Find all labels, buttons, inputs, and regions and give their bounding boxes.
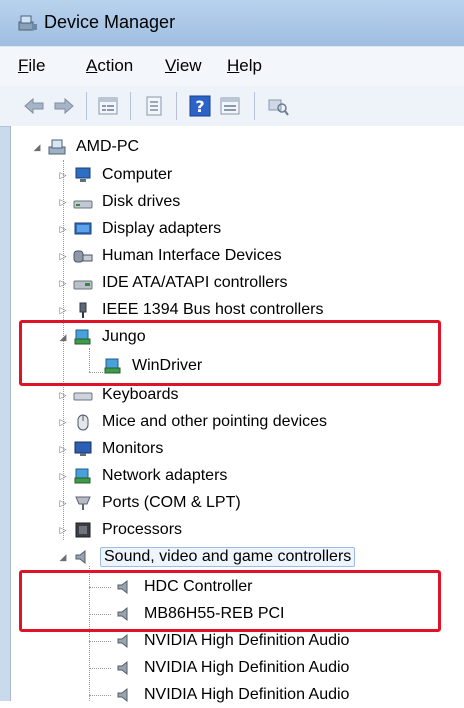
menu-action[interactable]: Action [86, 56, 133, 76]
svg-text:?: ? [195, 97, 204, 116]
tree-connector [89, 587, 111, 588]
speaker-icon [117, 606, 128, 622]
tree-item-processors[interactable]: ▷ Processors [57, 517, 184, 543]
device-manager-window: Device Manager File Action View Help ? ◢… [0, 0, 464, 703]
toolbar-separator [254, 92, 255, 120]
tree-item-jungo[interactable]: ◢ Jungo [57, 324, 148, 350]
computer-icon [75, 167, 91, 182]
tree-item-network-adapters[interactable]: ▷ Network adapters [57, 463, 229, 489]
tree-connector [89, 372, 103, 373]
tree-connector [89, 668, 111, 669]
toolbar-separator [176, 92, 177, 120]
help-icon[interactable]: ? [188, 94, 212, 118]
back-arrow-icon[interactable] [22, 94, 46, 118]
jungo-device-icon [104, 358, 121, 374]
collapse-arrow-icon[interactable]: ◢ [57, 551, 69, 563]
ide-controller-icon [73, 280, 93, 290]
tree-connector [89, 614, 111, 615]
tree-item-nvidia-audio[interactable]: NVIDIA High Definition Audio [115, 655, 351, 681]
tree-item-computer[interactable]: ▷ Computer [57, 162, 174, 188]
tree-item-mice[interactable]: ▷ Mice and other pointing devices [57, 409, 329, 435]
tree-item-hdc-controller[interactable]: HDC Controller [115, 574, 254, 600]
tree-connector [89, 641, 111, 642]
expand-arrow-icon[interactable]: ▷ [57, 389, 69, 401]
tree-item-ieee-1394[interactable]: ▷ IEEE 1394 Bus host controllers [57, 297, 325, 323]
expand-arrow-icon[interactable]: ▷ [57, 304, 69, 316]
toolbar: ? [0, 86, 464, 127]
network-adapter-icon [74, 468, 91, 484]
computer-icon [48, 139, 66, 155]
expand-arrow-icon[interactable]: ▷ [57, 169, 69, 181]
window-title: Device Manager [44, 12, 176, 32]
scan-hardware-icon[interactable] [266, 94, 290, 118]
update-driver-icon[interactable] [142, 94, 166, 118]
hid-icon [73, 250, 93, 263]
speaker-icon [117, 633, 128, 649]
expand-arrow-icon[interactable]: ▷ [57, 196, 69, 208]
jungo-icon [74, 329, 91, 345]
tree-item-ports[interactable]: ▷ Ports (COM & LPT) [57, 490, 243, 516]
tree-item-ide-controllers[interactable]: ▷ IDE ATA/ATAPI controllers [57, 270, 290, 296]
tree-connector [89, 348, 90, 372]
monitor-icon [74, 441, 92, 456]
speaker-icon [117, 687, 128, 703]
expand-arrow-icon[interactable]: ▷ [57, 470, 69, 482]
collapse-arrow-icon[interactable]: ◢ [57, 331, 69, 343]
forward-arrow-icon[interactable] [52, 94, 76, 118]
tree-item-human-interface-devices[interactable]: ▷ Human Interface Devices [57, 243, 284, 269]
tree-item-windriver[interactable]: WinDriver [103, 353, 204, 379]
toolbar-separator [130, 92, 131, 120]
mouse-icon [77, 414, 89, 431]
tree-item-sound-video-game[interactable]: ◢ Sound, video and game controllers [57, 544, 356, 570]
tree-item-nvidia-audio[interactable]: NVIDIA High Definition Audio [115, 628, 351, 654]
menu-view[interactable]: View [165, 56, 202, 76]
tree-connector [89, 695, 111, 696]
expand-arrow-icon[interactable]: ▷ [57, 277, 69, 289]
tree-item-keyboards[interactable]: ▷ Keyboards [57, 382, 181, 408]
expand-arrow-icon[interactable]: ▷ [57, 443, 69, 455]
device-manager-icon [18, 15, 37, 31]
title-bar[interactable]: Device Manager [0, 0, 464, 46]
expand-arrow-icon[interactable]: ▷ [57, 416, 69, 428]
tree-label: AMD-PC [76, 138, 140, 155]
menu-file[interactable]: File [18, 56, 45, 76]
tree-item-monitors[interactable]: ▷ Monitors [57, 436, 165, 462]
menu-help[interactable]: Help [227, 56, 262, 76]
port-icon [75, 496, 91, 510]
tree-item-display-adapters[interactable]: ▷ Display adapters [57, 216, 223, 242]
speaker-icon [75, 549, 86, 565]
tree-item-nvidia-audio[interactable]: NVIDIA High Definition Audio [115, 682, 351, 708]
processor-icon [75, 522, 91, 538]
disk-drive-icon [73, 200, 93, 209]
expand-arrow-icon[interactable]: ▷ [57, 250, 69, 262]
expand-arrow-icon[interactable]: ▷ [57, 223, 69, 235]
menu-bar: File Action View Help [0, 46, 464, 88]
tree-root-amd-pc[interactable]: ◢ AMD-PC [31, 134, 141, 160]
speaker-icon [117, 579, 128, 595]
device-tree[interactable]: ◢ AMD-PC ▷ Computer ▷ Disk drives ▷ Disp… [10, 126, 464, 703]
keyboard-icon [73, 392, 93, 401]
show-hidden-icon[interactable] [218, 94, 242, 118]
firewire-icon [79, 302, 87, 318]
tree-item-disk-drives[interactable]: ▷ Disk drives [57, 189, 182, 215]
collapse-arrow-icon[interactable]: ◢ [31, 141, 43, 153]
properties-icon[interactable] [96, 94, 120, 118]
speaker-icon [117, 660, 128, 676]
display-adapter-icon [74, 222, 92, 235]
expand-arrow-icon[interactable]: ▷ [57, 497, 69, 509]
expand-arrow-icon[interactable]: ▷ [57, 524, 69, 536]
tree-item-mb86h55[interactable]: MB86H55-REB PCI [115, 601, 287, 627]
toolbar-separator [86, 92, 87, 120]
